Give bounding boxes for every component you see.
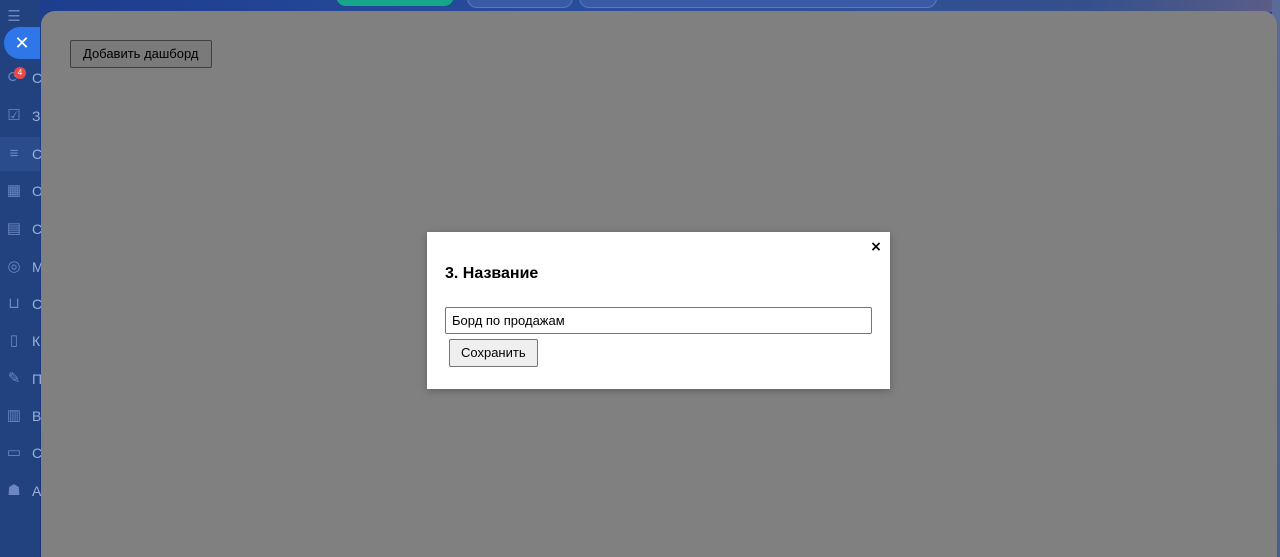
- sidebar: ☰ ⟳ ☑ ≡ ▦ ▤ ◎ ⊔ ▯ ✎ ▥ ▭ ☗ СЗСОСМСКПВСА: [0, 0, 44, 557]
- target-icon[interactable]: ◎: [4, 257, 24, 277]
- header-search-bar[interactable]: [579, 0, 937, 8]
- header-pill-button[interactable]: [467, 0, 573, 8]
- filter-icon[interactable]: ≡: [4, 144, 24, 164]
- card-icon[interactable]: ▭: [4, 443, 24, 463]
- dashboard-name-input[interactable]: [445, 307, 872, 334]
- inbox-icon[interactable]: ▤: [4, 219, 24, 239]
- name-dialog: × 3. Название Сохранить: [427, 232, 890, 389]
- dialog-title: 3. Название: [445, 265, 539, 282]
- checkbox-icon[interactable]: ☑: [4, 106, 24, 126]
- save-button[interactable]: Сохранить: [449, 339, 538, 367]
- add-dashboard-button[interactable]: Добавить дашборд: [70, 40, 212, 68]
- document-icon[interactable]: ▯: [4, 331, 24, 351]
- pen-icon[interactable]: ✎: [4, 369, 24, 389]
- cart-icon[interactable]: ⊔: [4, 294, 24, 314]
- close-icon[interactable]: ×: [869, 239, 883, 255]
- sidebar-close-button[interactable]: ✕: [4, 27, 40, 59]
- robot-icon[interactable]: ☗: [4, 481, 24, 501]
- calendar-icon[interactable]: ▦: [4, 181, 24, 201]
- menu-icon[interactable]: ☰: [4, 7, 24, 27]
- chart-icon[interactable]: ▥: [4, 406, 24, 426]
- notification-badge: 4: [14, 67, 26, 79]
- header-green-button[interactable]: [336, 0, 454, 6]
